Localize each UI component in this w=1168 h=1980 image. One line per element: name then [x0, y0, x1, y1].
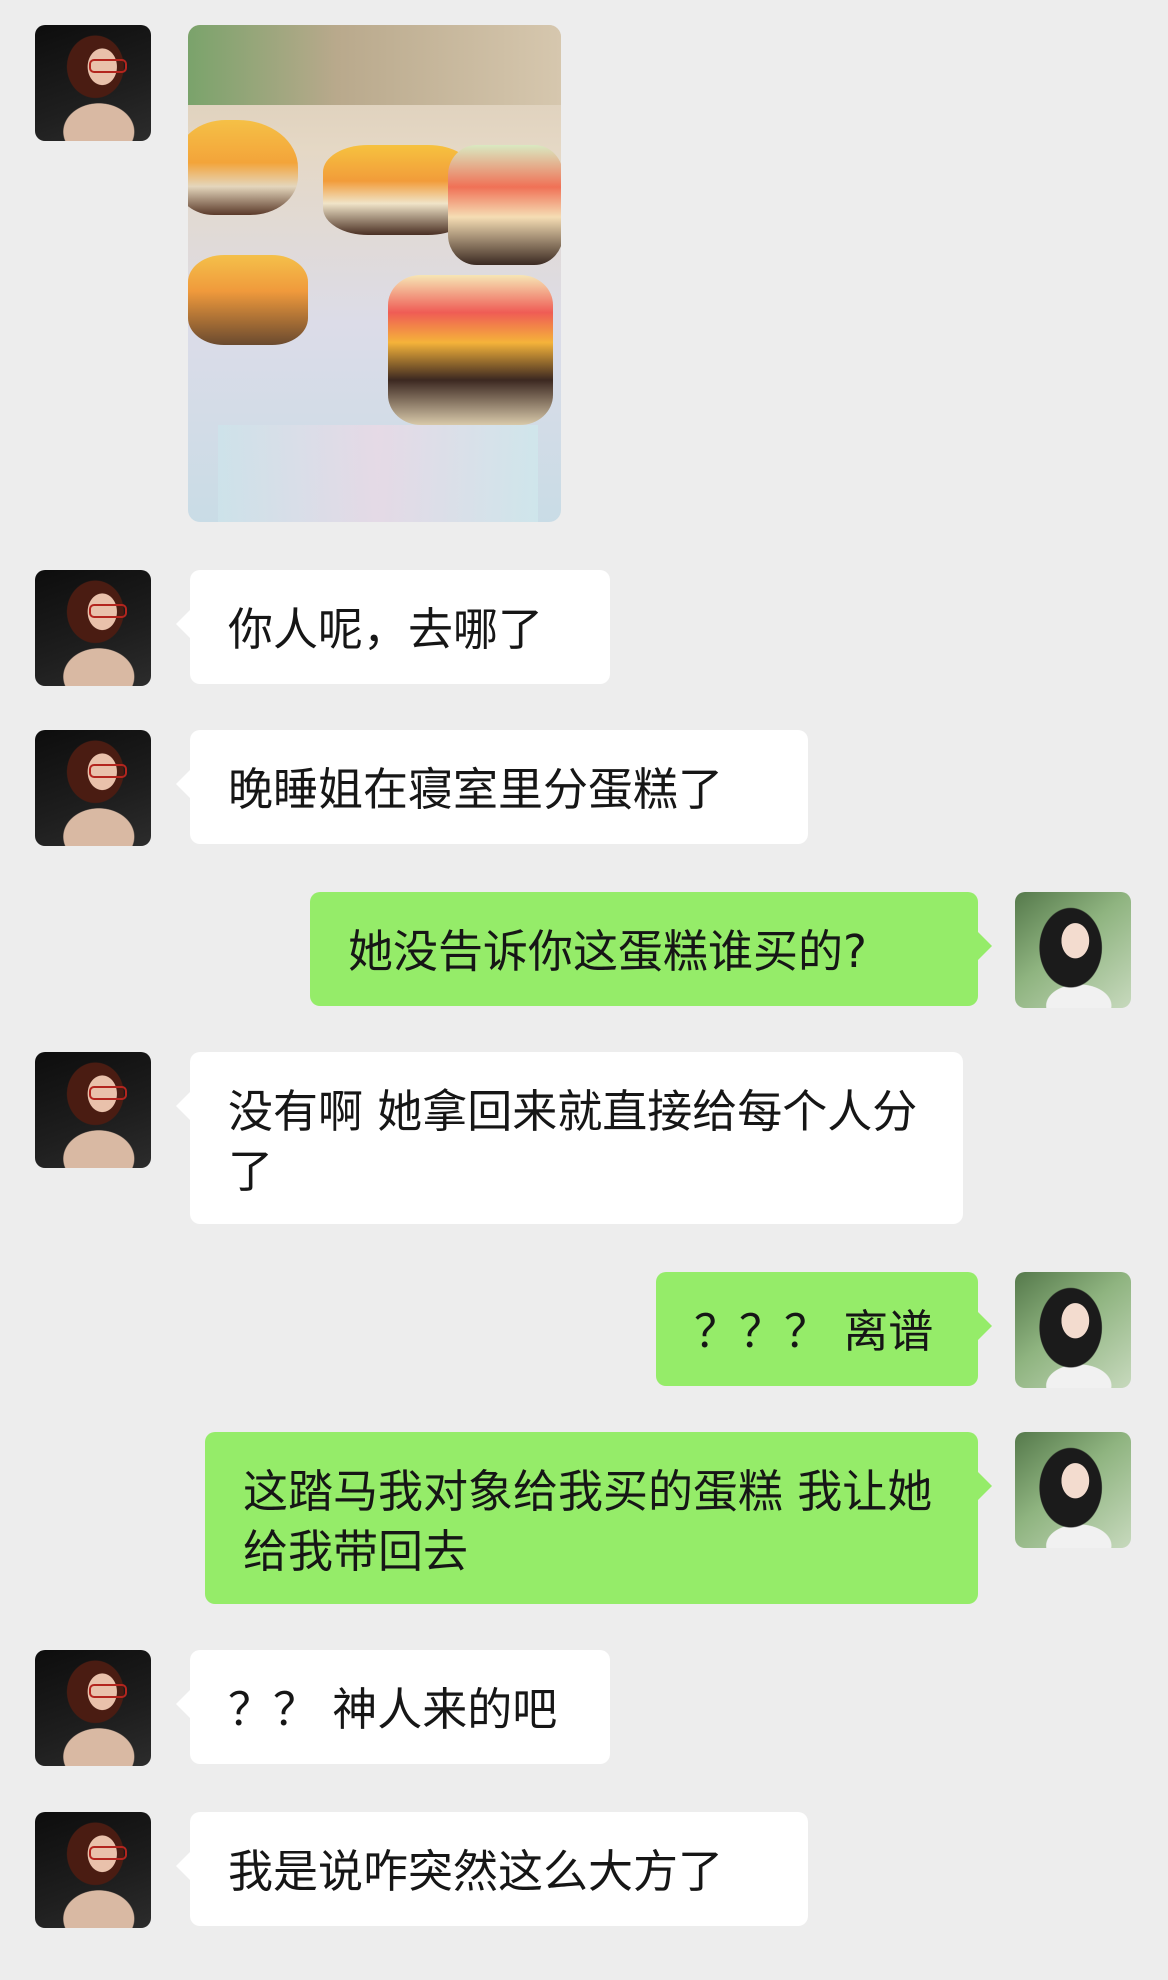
chat-thread: 你人呢，去哪了 晚睡姐在寝室里分蛋糕了 她没告诉你这蛋糕谁买的? 没有啊 她拿回… — [0, 0, 1168, 1980]
message-text: 没有啊 她拿回来就直接给每个人分了 — [228, 1085, 918, 1198]
message-text: 她没告诉你这蛋糕谁买的? — [348, 925, 867, 978]
message-text: ？？ 神人来的吧 — [228, 1683, 558, 1736]
incoming-message[interactable]: ？？ 神人来的吧 — [176, 1650, 610, 1764]
message-text: 晚睡姐在寝室里分蛋糕了 — [228, 763, 724, 816]
incoming-message[interactable]: 你人呢，去哪了 — [176, 570, 610, 684]
message-text: 我是说咋突然这么大方了 — [228, 1845, 724, 1898]
contact-avatar[interactable] — [35, 1052, 151, 1168]
contact-avatar[interactable] — [35, 570, 151, 686]
my-avatar[interactable] — [1015, 1432, 1131, 1548]
incoming-message[interactable]: 没有啊 她拿回来就直接给每个人分了 — [176, 1052, 963, 1224]
incoming-message[interactable]: 晚睡姐在寝室里分蛋糕了 — [176, 730, 808, 844]
message-text: 这踏马我对象给我买的蛋糕 我让她给我带回去 — [243, 1465, 933, 1578]
contact-avatar[interactable] — [35, 730, 151, 846]
message-text: ？？？ 离谱 — [694, 1305, 934, 1358]
outgoing-message[interactable]: ？？？ 离谱 — [656, 1272, 992, 1386]
outgoing-message[interactable]: 这踏马我对象给我买的蛋糕 我让她给我带回去 — [205, 1432, 992, 1604]
outgoing-message[interactable]: 她没告诉你这蛋糕谁买的? — [310, 892, 992, 1006]
contact-avatar[interactable] — [35, 1812, 151, 1928]
my-avatar[interactable] — [1015, 892, 1131, 1008]
contact-avatar[interactable] — [35, 1650, 151, 1766]
message-text: 你人呢，去哪了 — [228, 603, 544, 656]
incoming-message[interactable]: 我是说咋突然这么大方了 — [176, 1812, 808, 1926]
cake-photo-message[interactable] — [188, 25, 561, 522]
contact-avatar[interactable] — [35, 25, 151, 141]
my-avatar[interactable] — [1015, 1272, 1131, 1388]
